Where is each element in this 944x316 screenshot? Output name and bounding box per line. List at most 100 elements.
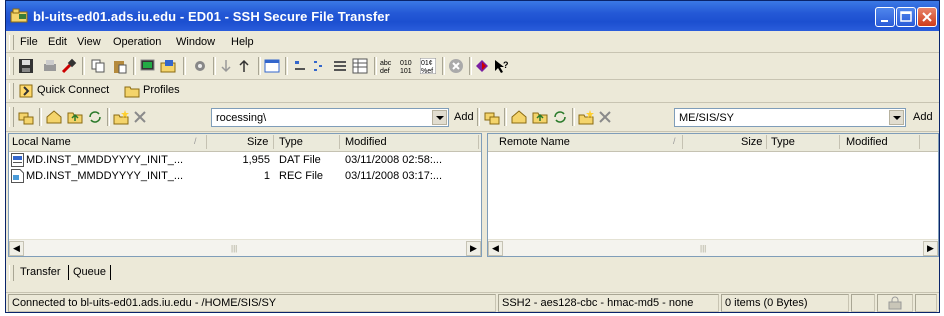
disconnect-icon[interactable] bbox=[61, 58, 77, 74]
print-icon[interactable] bbox=[42, 58, 58, 74]
table-row[interactable]: MD.INST_MMDDYYYY_INIT_... 1,955 DAT File… bbox=[9, 152, 481, 168]
binary-mode-icon[interactable]: 010101 bbox=[400, 58, 416, 74]
download-arrow-icon[interactable] bbox=[218, 58, 234, 74]
menu-bar: File Edit View Operation Window Help bbox=[6, 32, 939, 53]
remote-new-folder-icon[interactable] bbox=[578, 109, 594, 125]
window-title: bl-uits-ed01.ads.iu.edu - ED01 - SSH Sec… bbox=[33, 9, 390, 24]
menu-operation[interactable]: Operation bbox=[113, 36, 161, 48]
local-refresh-icon[interactable] bbox=[87, 109, 103, 125]
remote-refresh-icon[interactable] bbox=[552, 109, 568, 125]
local-home-icon[interactable] bbox=[46, 109, 62, 125]
remote-sync-folders-icon[interactable] bbox=[484, 109, 500, 125]
local-delete-icon[interactable] bbox=[132, 109, 148, 125]
menu-help[interactable]: Help bbox=[231, 36, 254, 48]
separator bbox=[504, 108, 507, 126]
status-items-text: 0 items (0 Bytes) bbox=[725, 297, 808, 309]
small-icons-view-icon[interactable] bbox=[312, 58, 328, 74]
sort-indicator-icon: / bbox=[194, 136, 197, 146]
status-resize-grip[interactable] bbox=[915, 294, 937, 312]
transfer-tabs: Transfer Queue bbox=[6, 261, 939, 285]
menu-file[interactable]: File bbox=[20, 36, 38, 48]
menu-view[interactable]: View bbox=[77, 36, 101, 48]
copy-icon[interactable] bbox=[90, 58, 106, 74]
details-view-icon[interactable] bbox=[352, 58, 368, 74]
toolbar-grip[interactable] bbox=[9, 57, 14, 75]
local-sync-folders-icon[interactable] bbox=[18, 109, 34, 125]
remote-name-column[interactable]: Remote Name bbox=[499, 136, 570, 148]
save-icon[interactable] bbox=[18, 58, 34, 74]
auto-mode-icon[interactable]: 01¢%ef bbox=[420, 58, 436, 74]
separator bbox=[572, 108, 575, 126]
scroll-thumb-grip[interactable]: ||| bbox=[231, 244, 237, 253]
remote-modified-column[interactable]: Modified bbox=[846, 136, 888, 148]
new-terminal-icon[interactable] bbox=[140, 58, 156, 74]
file-name: MD.INST_MMDDYYYY_INIT_... bbox=[26, 170, 184, 182]
paste-icon[interactable] bbox=[112, 58, 128, 74]
local-size-column[interactable]: Size bbox=[247, 136, 268, 148]
new-file-transfer-icon[interactable] bbox=[160, 58, 176, 74]
column-divider bbox=[682, 135, 683, 149]
menu-bar-grip[interactable] bbox=[9, 35, 14, 50]
profiles-button[interactable]: Profiles bbox=[143, 84, 180, 96]
local-up-folder-icon[interactable] bbox=[67, 109, 83, 125]
sort-indicator-icon: / bbox=[673, 136, 676, 146]
tabs-grip[interactable] bbox=[9, 265, 14, 281]
settings-icon[interactable] bbox=[192, 58, 208, 74]
menu-window[interactable]: Window bbox=[176, 36, 215, 48]
help-book-icon[interactable] bbox=[474, 58, 490, 74]
menu-edit[interactable]: Edit bbox=[48, 36, 67, 48]
remote-add-button[interactable]: Add bbox=[913, 111, 933, 123]
minimize-button[interactable] bbox=[875, 7, 895, 27]
upload-arrow-icon[interactable] bbox=[236, 58, 252, 74]
tab-queue[interactable]: Queue bbox=[73, 266, 106, 278]
list-view-icon[interactable] bbox=[332, 58, 348, 74]
view-icon[interactable] bbox=[264, 58, 280, 74]
local-new-folder-icon[interactable] bbox=[113, 109, 129, 125]
quick-connect-button[interactable]: Quick Connect bbox=[37, 84, 109, 96]
ascii-mode-icon[interactable]: abcdef bbox=[380, 58, 396, 74]
navigation-bar-grip[interactable] bbox=[9, 107, 14, 127]
local-name-column[interactable]: Local Name bbox=[12, 136, 71, 148]
scroll-right-icon[interactable]: ▶ bbox=[466, 241, 481, 256]
title-bar[interactable]: bl-uits-ed01.ads.iu.edu - ED01 - SSH Sec… bbox=[6, 1, 939, 31]
local-modified-column[interactable]: Modified bbox=[345, 136, 387, 148]
remote-path-combobox[interactable]: ME/SIS/SY bbox=[674, 108, 906, 127]
table-row[interactable]: MD.INST_MMDDYYYY_INIT_... 1 REC File 03/… bbox=[9, 168, 481, 184]
shortcut-bar-grip[interactable] bbox=[9, 83, 14, 99]
remote-path-dropdown-icon[interactable] bbox=[889, 110, 904, 125]
status-cipher-text: SSH2 - aes128-cbc - hmac-md5 - none bbox=[502, 297, 694, 309]
column-divider bbox=[273, 135, 274, 149]
close-button[interactable] bbox=[917, 7, 937, 27]
maximize-button[interactable] bbox=[896, 7, 916, 27]
scroll-right-icon[interactable]: ▶ bbox=[923, 241, 938, 256]
status-lock-cell bbox=[877, 294, 913, 312]
app-window: bl-uits-ed01.ads.iu.edu - ED01 - SSH Sec… bbox=[5, 0, 940, 313]
svg-text:?: ? bbox=[503, 60, 509, 70]
local-type-column[interactable]: Type bbox=[279, 136, 303, 148]
large-icons-view-icon[interactable] bbox=[292, 58, 308, 74]
separator bbox=[258, 57, 261, 75]
separator bbox=[477, 108, 480, 126]
local-horizontal-scrollbar[interactable]: ◀ ||| ▶ bbox=[9, 239, 481, 256]
local-path-dropdown-icon[interactable] bbox=[432, 110, 447, 125]
remote-horizontal-scrollbar[interactable]: ◀ ||| ▶ bbox=[488, 239, 938, 256]
scroll-left-icon[interactable]: ◀ bbox=[488, 241, 503, 256]
remote-file-pane[interactable]: Remote Name / Size Type Modified ◀ ||| ▶ bbox=[487, 133, 939, 257]
remote-home-icon[interactable] bbox=[511, 109, 527, 125]
local-path-combobox[interactable]: rocessing\ bbox=[211, 108, 449, 127]
dat-file-icon bbox=[11, 153, 24, 167]
stop-icon[interactable] bbox=[448, 58, 464, 74]
local-file-pane[interactable]: Local Name / Size Type Modified MD.INST_… bbox=[8, 133, 482, 257]
context-help-icon[interactable]: ? bbox=[493, 58, 509, 74]
tab-transfer[interactable]: Transfer bbox=[20, 266, 61, 278]
remote-up-folder-icon[interactable] bbox=[532, 109, 548, 125]
scroll-thumb-grip[interactable]: ||| bbox=[700, 244, 706, 253]
local-add-button[interactable]: Add bbox=[454, 111, 474, 123]
column-divider bbox=[766, 135, 767, 149]
scroll-left-icon[interactable]: ◀ bbox=[9, 241, 24, 256]
remote-type-column[interactable]: Type bbox=[771, 136, 795, 148]
separator bbox=[39, 108, 42, 126]
remote-delete-icon[interactable] bbox=[597, 109, 613, 125]
remote-size-column[interactable]: Size bbox=[741, 136, 762, 148]
maximize-icon bbox=[900, 11, 912, 22]
